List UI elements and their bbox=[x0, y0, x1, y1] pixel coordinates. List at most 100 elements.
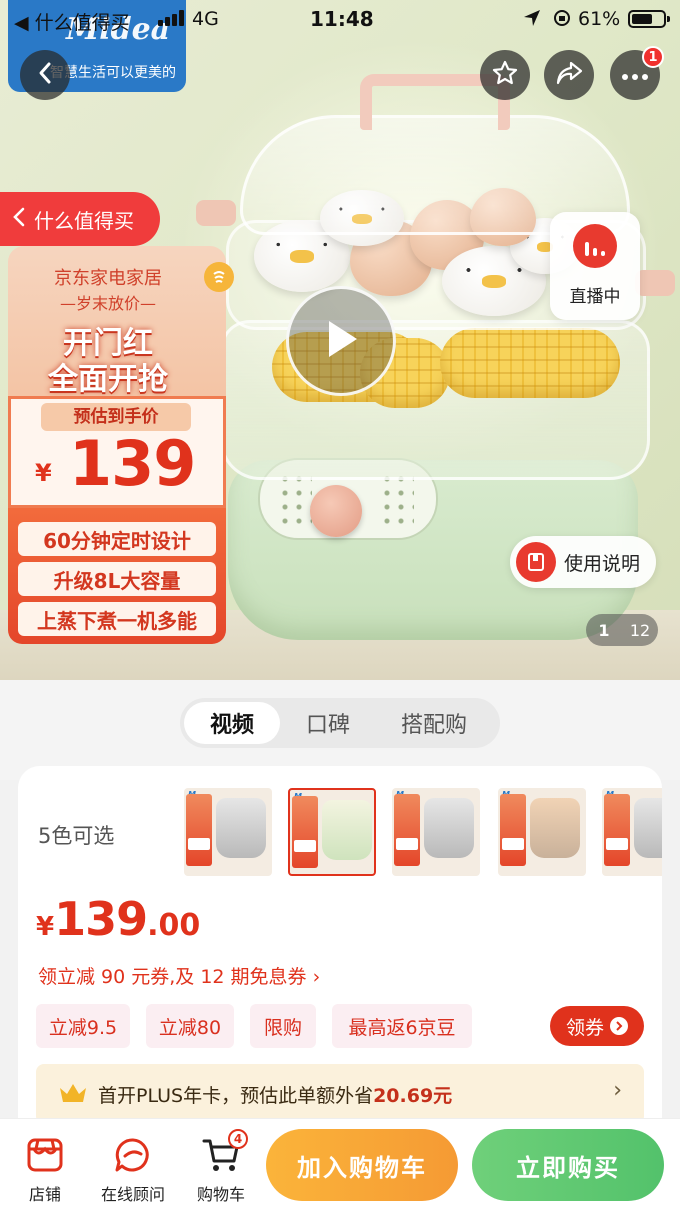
chevron-left-icon bbox=[37, 61, 53, 89]
product-hero-image[interactable]: Midea 智慧生活可以更美的 京东家电家居 —岁末放价— 开门红 全面开抢 预… bbox=[0, 0, 680, 680]
price-symbol: ¥ bbox=[36, 912, 55, 942]
favorite-button[interactable] bbox=[480, 50, 530, 100]
back-to-app-link[interactable]: ◀ 什么值得买 bbox=[14, 8, 130, 35]
color-options-label[interactable]: 5色可选 bbox=[38, 820, 114, 850]
promo-price-symbol: ¥ bbox=[35, 459, 52, 487]
thumb-product bbox=[322, 800, 372, 860]
product-info-card: 5色可选 M M M M M ¥139.00 领立减 90 bbox=[18, 766, 662, 1146]
source-tag-label: 什么值得买 bbox=[34, 208, 134, 233]
chat-icon bbox=[113, 1135, 153, 1175]
plus-offer-saving: 20.69元 bbox=[373, 1085, 453, 1107]
promo-line-1: 京东家电家居 bbox=[54, 268, 162, 289]
chevron-left-icon bbox=[12, 207, 26, 232]
steamer-side-handle bbox=[196, 200, 236, 226]
shop-label: 店铺 bbox=[28, 1185, 61, 1204]
thumb-product bbox=[216, 798, 266, 858]
steamer-indicator-lights bbox=[380, 472, 414, 528]
price-decimal: .00 bbox=[147, 908, 201, 943]
battery-percentage: 61% bbox=[578, 8, 621, 30]
live-label: 直播中 bbox=[569, 287, 621, 307]
notification-badge: 1 bbox=[642, 46, 664, 68]
tab-reviews[interactable]: 口碑 bbox=[280, 702, 376, 744]
promo-header: 京东家电家居 —岁末放价— 开门红 全面开抢 bbox=[8, 246, 226, 397]
coin-icon bbox=[204, 262, 234, 292]
online-consultant-label: 在线顾问 bbox=[100, 1185, 165, 1204]
thumb-product bbox=[634, 798, 662, 858]
chevron-right-icon bbox=[610, 1017, 628, 1035]
promo-price-box: 预估到手价 ¥ 139 bbox=[8, 396, 226, 508]
promo-tag: 限购 bbox=[250, 1004, 316, 1048]
back-button[interactable] bbox=[20, 50, 70, 100]
image-page-indicator: 1 12 bbox=[586, 614, 658, 646]
chevron-right-icon: › bbox=[613, 1078, 622, 1103]
promo-tag: 立减9.5 bbox=[36, 1004, 130, 1048]
star-icon bbox=[491, 59, 519, 91]
thumb-product bbox=[530, 798, 580, 858]
promo-feature: 升级8L大容量 bbox=[18, 562, 216, 596]
color-thumbnail[interactable]: M bbox=[498, 788, 586, 876]
location-arrow-icon bbox=[522, 8, 542, 33]
buy-now-button[interactable]: 立即购买 bbox=[472, 1129, 664, 1201]
page-total: 12 bbox=[629, 620, 651, 640]
book-icon bbox=[516, 542, 556, 582]
page-current: 1 bbox=[598, 620, 610, 640]
promo-feature: 上蒸下煮一机多能 bbox=[18, 602, 216, 636]
thumb-poster bbox=[394, 794, 420, 866]
corn bbox=[440, 328, 620, 398]
live-icon bbox=[573, 224, 617, 268]
share-button[interactable] bbox=[544, 50, 594, 100]
add-to-cart-button[interactable]: 加入购物车 bbox=[266, 1129, 458, 1201]
promo-poster: 京东家电家居 —岁末放价— 开门红 全面开抢 预估到手价 ¥ 139 60分钟定… bbox=[8, 246, 234, 644]
play-icon bbox=[321, 317, 361, 365]
product-price: ¥139.00 bbox=[36, 892, 200, 946]
color-thumbnail[interactable]: M bbox=[184, 788, 272, 876]
promo-tag: 立减80 bbox=[146, 1004, 234, 1048]
promo-subheadline: 全面开抢 bbox=[48, 362, 168, 397]
source-back-tag[interactable]: 什么值得买 bbox=[0, 192, 160, 246]
promo-features: 60分钟定时设计 升级8L大容量 上蒸下煮一机多能 bbox=[8, 508, 226, 644]
user-manual-button[interactable]: 使用说明 bbox=[510, 536, 656, 588]
thumb-poster bbox=[604, 794, 630, 866]
get-coupon-label: 领券 bbox=[565, 1016, 604, 1039]
share-icon bbox=[555, 60, 583, 90]
coupon-offer-link[interactable]: 领立减 90 元券,及 12 期免息券 › bbox=[38, 962, 320, 989]
media-tabs: 视频 口碑 搭配购 bbox=[180, 698, 500, 748]
color-thumbnail[interactable]: M bbox=[392, 788, 480, 876]
network-type: 4G bbox=[192, 8, 219, 30]
live-stream-button[interactable]: 直播中 bbox=[550, 212, 640, 320]
thumb-poster bbox=[500, 794, 526, 866]
promo-feature: 60分钟定时设计 bbox=[18, 522, 216, 556]
more-icon bbox=[621, 66, 649, 85]
store-icon bbox=[25, 1135, 65, 1175]
shop-button[interactable]: 店铺 bbox=[0, 1129, 90, 1204]
price-integer: 139 bbox=[54, 892, 148, 946]
media-tabs-bar: 视频 口碑 搭配购 bbox=[0, 680, 680, 780]
get-coupon-button[interactable]: 领券 bbox=[550, 1006, 644, 1046]
color-thumbnail[interactable]: M bbox=[602, 788, 662, 876]
steamer-side-handle bbox=[635, 270, 675, 296]
clock: 11:48 bbox=[310, 7, 374, 31]
plus-offer-prefix: 首开PLUS年卡，预估此单额外省 bbox=[98, 1085, 374, 1107]
video-play-button[interactable] bbox=[286, 286, 396, 396]
status-bar: ◀ 什么值得买 4G 11:48 61% bbox=[0, 0, 680, 38]
promo-price-value: 139 bbox=[69, 427, 196, 500]
thumb-poster bbox=[292, 796, 318, 868]
steamer-indicator-lights bbox=[278, 472, 312, 528]
tab-bundle[interactable]: 搭配购 bbox=[376, 702, 492, 744]
thumb-poster bbox=[186, 794, 212, 866]
crown-icon bbox=[58, 1082, 88, 1104]
signal-icon bbox=[158, 10, 188, 26]
cart-button[interactable]: 4 购物车 bbox=[176, 1129, 266, 1204]
plus-membership-banner[interactable]: 首开PLUS年卡，预估此单额外省20.69元 › bbox=[36, 1064, 644, 1124]
color-thumbnails: M M M M M bbox=[182, 788, 662, 880]
more-menu-button[interactable]: 1 bbox=[610, 46, 664, 100]
color-thumbnail-selected[interactable]: M bbox=[288, 788, 376, 876]
bottom-action-bar: 店铺 在线顾问 4 购物车 加入购物车 立即购买 bbox=[0, 1118, 680, 1209]
user-manual-label: 使用说明 bbox=[564, 553, 641, 575]
battery-icon bbox=[628, 10, 670, 28]
cart-count-badge: 4 bbox=[228, 1129, 248, 1149]
promo-line-2: —岁末放价— bbox=[59, 294, 156, 313]
promo-tag: 最高返6京豆 bbox=[332, 1004, 472, 1048]
tab-video[interactable]: 视频 bbox=[184, 702, 280, 744]
online-consultant-button[interactable]: 在线顾问 bbox=[88, 1129, 178, 1204]
